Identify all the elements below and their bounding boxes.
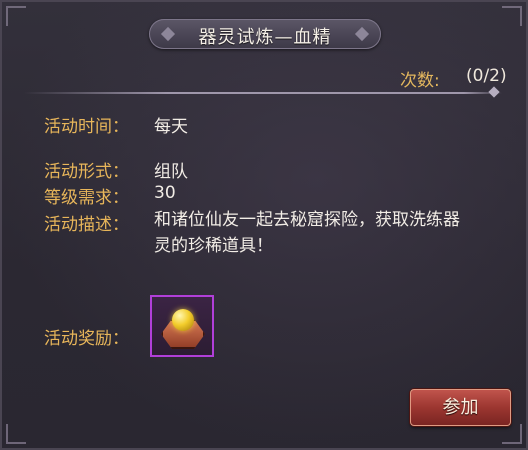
divider xyxy=(24,92,502,94)
form-value: 组队 xyxy=(154,162,188,182)
golden-orb-icon xyxy=(172,309,194,331)
attempts-counter: 次数: (0/2) xyxy=(400,66,507,91)
attempts-value: (0/2) xyxy=(466,66,507,86)
corner-ornament xyxy=(6,6,26,26)
time-value: 每天 xyxy=(154,117,188,137)
join-button[interactable]: 参加 xyxy=(410,389,511,426)
reward-label: 活动奖励： xyxy=(44,329,129,349)
attempts-label: 次数: xyxy=(400,71,440,91)
corner-ornament xyxy=(6,424,26,444)
description-value: 和诸位仙友一起去秘窟探险，获取洗练器灵的珍稀道具！ xyxy=(154,210,460,256)
divider-ornament xyxy=(488,86,500,98)
activity-dialog: 器灵试炼—血精 次数: (0/2) 活动时间： 每天 活动形式： 组队 等级需求… xyxy=(0,0,528,450)
dialog-title: 器灵试炼—血精 xyxy=(198,27,332,48)
level-value: 30 xyxy=(154,183,176,203)
level-label: 等级需求： xyxy=(44,188,129,208)
description-label: 活动描述： xyxy=(44,215,129,235)
form-label: 活动形式： xyxy=(44,162,129,182)
corner-ornament xyxy=(502,6,522,26)
corner-ornament xyxy=(502,424,522,444)
reward-item-slot[interactable] xyxy=(150,295,214,357)
time-label: 活动时间： xyxy=(44,117,129,137)
title-plate: 器灵试炼—血精 xyxy=(149,19,381,49)
